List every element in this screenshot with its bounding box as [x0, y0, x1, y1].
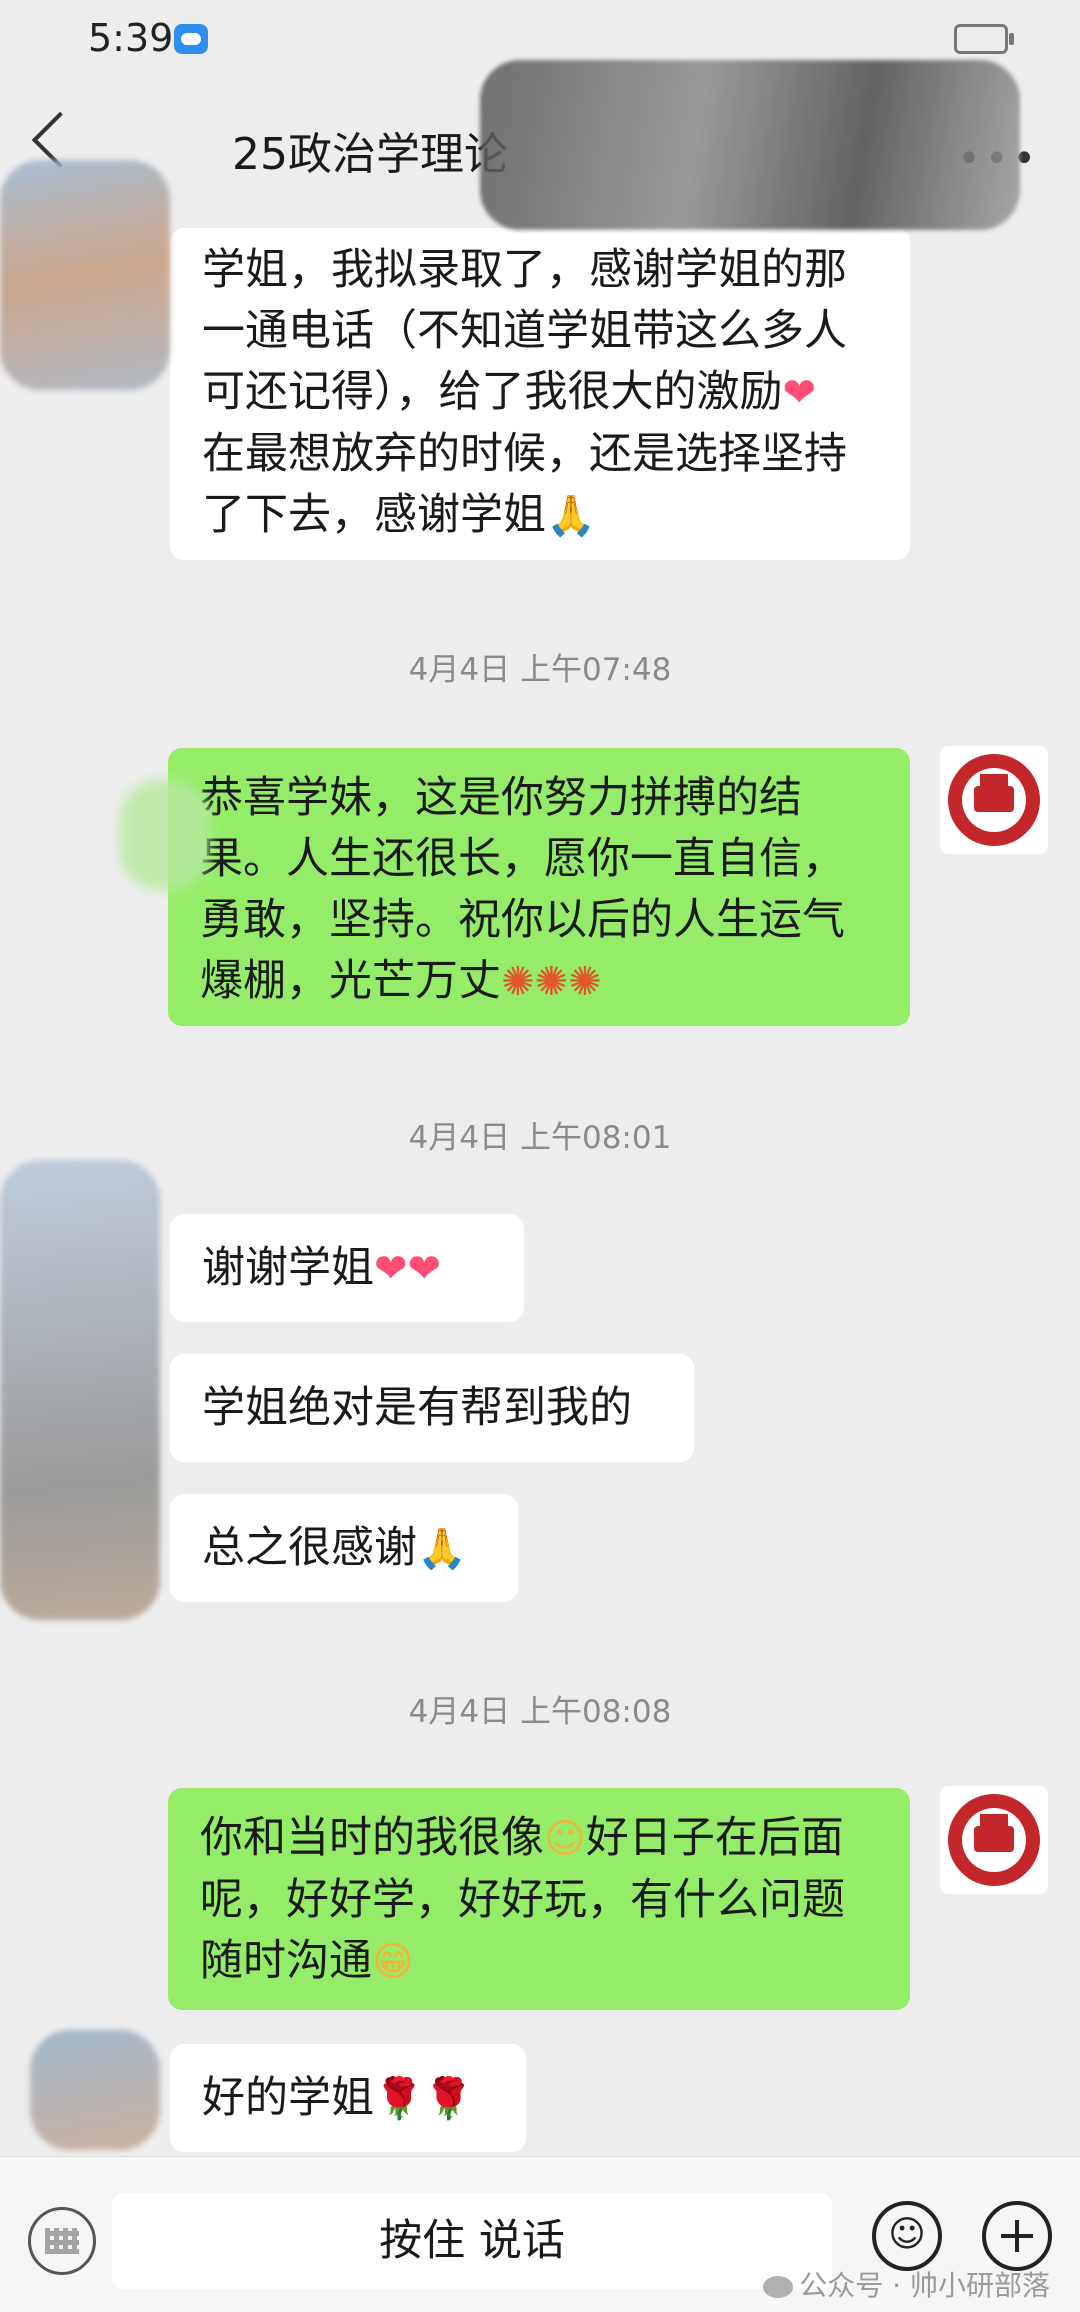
- message-bubble-incoming[interactable]: 好的学姐🌹🌹: [170, 2044, 526, 2152]
- message-text: 总之很感谢: [202, 1523, 417, 1573]
- message-text: 好的学姐: [202, 2073, 374, 2123]
- message-line: 随时沟通😁: [200, 1931, 878, 1993]
- time-divider: 4月4日 上午07:48: [408, 652, 672, 688]
- message-line: 一通电话（不知道学姐带这么多人: [202, 306, 847, 356]
- heart-icon: ❤: [374, 1246, 408, 1292]
- message-line: 了下去，感谢学姐🙏: [202, 485, 878, 547]
- heart-icon: ❤: [407, 1246, 442, 1292]
- message-line: 在最想放弃的时候，还是选择坚持: [202, 429, 847, 479]
- chat-screen: 5:39 25政治学理论 ••• 学姐，我拟录取了，感谢学姐的那 一通电话（不知…: [0, 0, 1080, 2312]
- avatar[interactable]: [940, 746, 1048, 854]
- message-line: 爆棚，光芒万丈✺✺✺: [200, 951, 878, 1013]
- message-line: 谢谢学姐❤❤: [202, 1238, 492, 1300]
- message-text: 随时沟通: [200, 1936, 372, 1986]
- message-bubble-incoming[interactable]: 谢谢学姐❤❤: [170, 1214, 524, 1322]
- message-line: 你和当时的我很像☺好日子在后面: [200, 1808, 878, 1870]
- message-line: 勇敢，坚持。祝你以后的人生运气: [200, 895, 845, 945]
- message-text: 好日子在后面: [585, 1813, 844, 1863]
- status-time: 5:39: [88, 16, 174, 60]
- watermark-text: 公众号 · 帅小研部落: [799, 2269, 1050, 2302]
- time-divider: 4月4日 上午08:01: [408, 1120, 672, 1156]
- message-bubble-outgoing[interactable]: 你和当时的我很像☺好日子在后面 呢，好好学，好好玩，有什么问题 随时沟通😁: [168, 1788, 910, 2010]
- fireworks-icon: ✺: [568, 959, 602, 1005]
- grin-icon: 😁: [372, 1939, 414, 1985]
- chat-title: 25政治学理论: [232, 129, 508, 180]
- rose-icon: 🌹: [423, 2076, 474, 2122]
- message-bubble-incoming[interactable]: 总之很感谢🙏: [170, 1494, 518, 1602]
- message-text: 你和当时的我很像: [200, 1813, 544, 1863]
- message-text: 了下去，感谢学姐: [202, 490, 546, 540]
- message-line: 呢，好好学，好好玩，有什么问题: [200, 1875, 845, 1925]
- smile-icon: ☺: [544, 1816, 586, 1862]
- privacy-scribble: [120, 780, 210, 890]
- message-line: 好的学姐🌹🌹: [202, 2068, 494, 2130]
- fireworks-icon: ✺: [501, 959, 535, 1005]
- message-bubble-outgoing[interactable]: 恭喜学妹，这是你努力拼搏的结 果。人生还很长，愿你一直自信， 勇敢，坚持。祝你以…: [168, 748, 910, 1026]
- message-bubble-incoming[interactable]: 学姐绝对是有帮到我的: [170, 1354, 694, 1462]
- pray-icon: 🙏: [546, 493, 596, 539]
- message-text: 谢谢学姐: [202, 1243, 374, 1293]
- wechat-icon: [763, 2276, 794, 2298]
- watermark: 公众号 · 帅小研部落: [763, 2264, 1050, 2304]
- battery-icon: [954, 24, 1014, 54]
- message-line: 恭喜学妹，这是你努力拼搏的结: [200, 773, 802, 823]
- privacy-scribble: [30, 2030, 160, 2150]
- message-text: 爆棚，光芒万丈: [200, 956, 501, 1006]
- privacy-scribble: [480, 60, 1020, 230]
- hold-to-talk-button[interactable]: 按住 说话: [112, 2193, 832, 2289]
- message-line: 学姐，我拟录取了，感谢学姐的那: [202, 245, 847, 295]
- message-bubble-incoming[interactable]: 学姐，我拟录取了，感谢学姐的那 一通电话（不知道学姐带这么多人 可还记得），给了…: [170, 228, 910, 560]
- rose-icon: 🌹: [374, 2076, 424, 2122]
- message-line: 总之很感谢🙏: [202, 1518, 486, 1580]
- weather-icon: [174, 24, 208, 54]
- fireworks-icon: ✺: [534, 959, 569, 1005]
- heart-icon: ❤: [782, 370, 817, 416]
- message-line: 果。人生还很长，愿你一直自信，: [200, 834, 845, 884]
- emoji-button[interactable]: ☺: [872, 2201, 942, 2271]
- pray-icon: 🙏: [417, 1526, 467, 1572]
- message-text: 可还记得），给了我很大的激励: [202, 367, 783, 417]
- message-line: 学姐绝对是有帮到我的: [202, 1383, 632, 1433]
- privacy-scribble: [0, 160, 170, 390]
- plus-icon[interactable]: [982, 2201, 1052, 2271]
- keyboard-icon[interactable]: [28, 2207, 96, 2275]
- avatar[interactable]: [940, 1786, 1048, 1894]
- time-divider: 4月4日 上午08:08: [408, 1694, 672, 1730]
- privacy-scribble: [0, 1160, 160, 1620]
- message-line: 可还记得），给了我很大的激励❤: [202, 362, 878, 424]
